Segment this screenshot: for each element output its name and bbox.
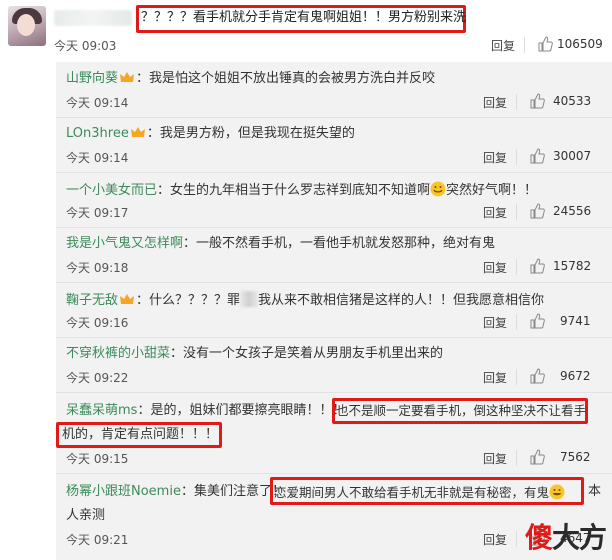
like-count: 106509 (557, 37, 603, 51)
reply-button[interactable]: 回复 (491, 37, 515, 54)
vip-crown-icon (120, 294, 135, 304)
row-divider (56, 172, 612, 173)
reply-text: ：女生的九年相当于什么罗志祥到底知不知道啊 (157, 183, 431, 198)
reply-button[interactable]: 回复 (483, 259, 507, 276)
reply-text-highlight: 机的，肯定有点问题！！！ (62, 427, 219, 442)
blurred-emoji (240, 291, 259, 307)
reply-time: 今天 09:14 (66, 151, 129, 165)
thumbs-up-icon[interactable] (529, 93, 545, 109)
vip-crown-icon (130, 127, 145, 137)
like-count: 9741 (560, 314, 591, 328)
reply-text: ：是的，姐妹们都要擦亮眼睛！！！ (137, 403, 346, 418)
reply-time: 今天 09:17 (66, 206, 129, 220)
reply-button[interactable]: 回复 (483, 149, 507, 166)
thumbs-up-icon[interactable] (529, 258, 545, 274)
divider (524, 37, 525, 53)
reply-time: 今天 09:16 (66, 316, 129, 330)
reply-time: 今天 09:22 (66, 371, 129, 385)
reply-username[interactable]: 一个小美女而已：女生的九年相当于什么罗志祥到底知不知道啊 突然好气啊！！ (66, 181, 537, 199)
comment-time: 今天 09:03 (54, 39, 117, 53)
top-comment: ？？？？看手机就分手肯定有鬼啊姐姐！！男方粉别来洗 今天 09:03 回复 10… (0, 0, 612, 62)
divider (516, 259, 517, 275)
reply-text: ：我是怕这个姐姐不放出锤真的会被男方洗白并反咬 (136, 71, 436, 86)
reply-time: 今天 09:21 (66, 533, 129, 547)
reply-button[interactable]: 回复 (483, 204, 507, 221)
blurred-username (54, 10, 132, 26)
reply-button[interactable]: 回复 (483, 314, 507, 331)
reply-username[interactable]: 杨幂小跟班Noemie：集美们注意了！ (66, 484, 285, 500)
like-count: 40533 (553, 94, 592, 108)
reply-time: 今天 09:18 (66, 261, 129, 275)
comment-text: ？？？？看手机就分手肯定有鬼啊姐姐！！男方粉别来洗 (141, 10, 467, 25)
reply-button[interactable]: 回复 (483, 450, 507, 467)
thumbs-up-icon[interactable] (537, 36, 553, 52)
row-divider (56, 392, 612, 393)
reply-text: ：我是男方粉，但是我现在挺失望的 (146, 126, 355, 141)
smile-emoji-icon (430, 181, 446, 197)
row-divider (56, 227, 612, 228)
row-divider (56, 282, 612, 283)
reply-username[interactable]: LOn3hree ：我是男方粉，但是我现在挺失望的 (66, 126, 355, 142)
grin-emoji-icon (549, 484, 565, 500)
reply-username[interactable]: 山野向葵 ：我是怕这个姐姐不放出锤真的会被男方洗白并反咬 (66, 71, 435, 87)
like-count: 15782 (553, 259, 592, 273)
like-count: 7562 (560, 450, 591, 464)
divider (516, 204, 517, 220)
like-count: 24556 (553, 204, 592, 218)
reply-text: ：没有一个女孩子是笑着从男朋友手机里出来的 (170, 346, 444, 361)
row-divider (56, 473, 612, 474)
divider (516, 450, 517, 466)
thumbs-up-icon[interactable] (529, 203, 545, 219)
reply-text-highlight: 也不是顺一定要看手机，倒这种坚决不让看手 (336, 403, 587, 418)
vip-crown-icon (120, 72, 135, 82)
reply-button[interactable]: 回复 (483, 94, 507, 111)
divider (516, 94, 517, 110)
thumbs-up-icon[interactable] (529, 148, 545, 164)
reply-button[interactable]: 回复 (483, 531, 507, 548)
like-count: 30007 (553, 149, 592, 163)
row-divider (56, 337, 612, 338)
reply-time: 今天 09:14 (66, 96, 129, 110)
thumbs-up-icon[interactable] (529, 449, 545, 465)
reply-text-tail: 本 (588, 484, 602, 499)
reply-text-highlight: 恋爱期间男人不敢给看手机无非就是有秘密，有鬼 (274, 484, 565, 501)
thumbs-up-icon[interactable] (529, 368, 545, 384)
row-divider (56, 117, 612, 118)
reply-username[interactable]: 不穿秋裤的小甜菜：没有一个女孩子是笑着从男朋友手机里出来的 (66, 346, 443, 362)
reply-username[interactable]: 鞠子无敌 ：什么？？？？罪 我从来不敢相信猪是这样的人！！但我愿意相信你 (66, 291, 544, 309)
like-count: 9672 (560, 369, 591, 383)
divider (516, 531, 517, 547)
divider (516, 314, 517, 330)
reply-username[interactable]: 我是小气鬼又怎样啊：一般不然看手机，一看他手机就发怒那种，绝对有鬼 (66, 236, 495, 252)
reply-text: ：一般不然看手机，一看他手机就发怒那种，绝对有鬼 (183, 236, 496, 251)
avatar[interactable] (8, 6, 46, 46)
divider (516, 369, 517, 385)
thumbs-up-icon[interactable] (529, 313, 545, 329)
reply-text-tail: 突然好气啊！！ (446, 183, 538, 198)
reply-username[interactable]: 呆蠢呆萌ms：是的，姐妹们都要擦亮眼睛！！！ (66, 403, 345, 419)
reply-text: ：什么？？？？罪 (136, 293, 241, 308)
reply-time: 今天 09:15 (66, 452, 129, 466)
divider (516, 149, 517, 165)
watermark-logo: 傻大方 (524, 521, 607, 554)
reply-text-tail: 我从来不敢相信猪是这样的人！！但我愿意相信你 (258, 293, 545, 308)
reply-button[interactable]: 回复 (483, 369, 507, 386)
reply-text-line2: 人亲测 (66, 508, 106, 523)
